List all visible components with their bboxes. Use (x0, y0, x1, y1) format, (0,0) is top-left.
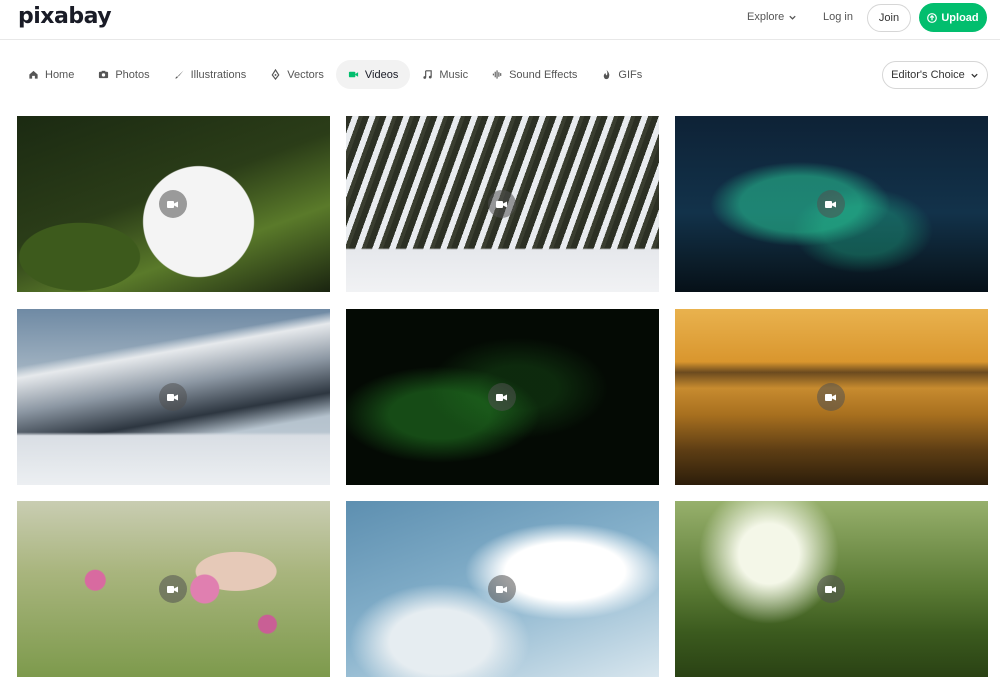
video-camera-icon (488, 575, 516, 603)
upload-icon (927, 12, 938, 23)
login-link[interactable]: Log in (823, 11, 853, 23)
nav-item-home[interactable]: Home (16, 60, 86, 89)
nav-item-vectors[interactable]: Vectors (258, 60, 336, 89)
brush-icon (174, 69, 185, 80)
nav-item-illustrations[interactable]: Illustrations (162, 60, 259, 89)
video-camera-icon (817, 383, 845, 411)
sort-select[interactable]: Editor's Choice (882, 61, 988, 89)
waveform-icon (492, 69, 503, 80)
video-thumbnail[interactable] (346, 116, 659, 292)
nav-item-music[interactable]: Music (410, 60, 480, 89)
category-nav: Home Photos Illustrations Vectors Videos… (16, 60, 654, 89)
video-thumbnail[interactable] (346, 309, 659, 485)
nav-item-label: Illustrations (190, 68, 247, 81)
nav-item-gifs[interactable]: GIFs (589, 60, 654, 89)
video-thumbnail[interactable] (675, 309, 988, 485)
sort-label: Editor's Choice (891, 69, 965, 81)
pixabay-logo[interactable]: pixabay (18, 4, 112, 29)
nav-item-photos[interactable]: Photos (86, 60, 161, 89)
pen-nib-icon (270, 69, 281, 80)
video-camera-icon (817, 575, 845, 603)
join-label: Join (878, 12, 900, 24)
video-thumbnail[interactable] (17, 309, 330, 485)
nav-item-label: Vectors (287, 68, 324, 81)
nav-item-label: Home (45, 68, 75, 81)
explore-menu[interactable]: Explore (747, 11, 797, 23)
upload-label: Upload (941, 11, 979, 24)
chevron-down-icon (971, 73, 978, 78)
flame-icon (601, 69, 612, 80)
explore-label: Explore (747, 11, 785, 23)
video-camera-icon (488, 190, 516, 218)
video-camera-icon (817, 190, 845, 218)
nav-item-label: Photos (115, 68, 150, 81)
video-thumbnail[interactable] (17, 501, 330, 677)
site-header: pixabay Explore Log in Join Upload (0, 0, 1000, 40)
nav-item-videos[interactable]: Videos (335, 60, 411, 89)
video-camera-icon (159, 190, 187, 218)
upload-button[interactable]: Upload (919, 3, 987, 32)
video-camera-icon (159, 575, 187, 603)
video-camera-icon (348, 69, 359, 80)
video-thumbnail[interactable] (17, 116, 330, 292)
join-button[interactable]: Join (867, 4, 911, 32)
nav-item-label: Sound Effects (509, 68, 578, 81)
video-camera-icon (488, 383, 516, 411)
nav-item-sound-effects[interactable]: Sound Effects (480, 60, 589, 89)
video-thumbnail[interactable] (675, 501, 988, 677)
home-icon (28, 69, 39, 80)
camera-icon (98, 69, 109, 80)
nav-item-label: Music (439, 68, 469, 81)
nav-item-label: Videos (364, 68, 399, 81)
video-thumbnail[interactable] (675, 116, 988, 292)
nav-item-label: GIFs (618, 68, 643, 81)
video-camera-icon (159, 383, 187, 411)
video-thumbnail[interactable] (346, 501, 659, 677)
music-note-icon (422, 69, 433, 80)
chevron-down-icon (789, 15, 796, 20)
